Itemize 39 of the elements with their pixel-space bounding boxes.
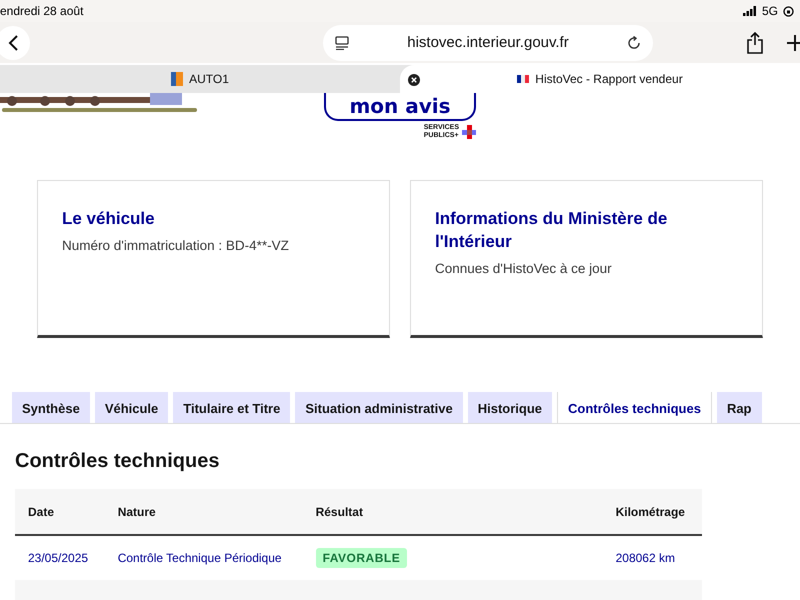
column-header: Nature <box>104 489 303 535</box>
address-bar[interactable]: histovec.interieur.gouv.fr <box>323 24 653 61</box>
card-text: Numéro d'immatriculation : BD-4**-VZ <box>62 238 290 254</box>
mileage-cell: 208062 km <box>602 535 702 580</box>
browser-tab[interactable]: AUTO1 <box>0 65 400 93</box>
date-cell: 23/05/2025 <box>15 535 105 580</box>
section-tab[interactable]: Historique <box>468 392 552 424</box>
feedback-button[interactable]: mon avis <box>324 92 476 121</box>
browser-tab[interactable]: HistoVec - Rapport vendeur <box>400 65 800 93</box>
section-tab[interactable]: Synthèse <box>12 392 90 424</box>
section-tab[interactable]: Situation administrative <box>295 392 463 424</box>
nature-cell: Contrôle Technique Périodique <box>104 535 303 580</box>
status-date: endredi 28 août <box>0 4 84 18</box>
reader-icon[interactable] <box>335 36 349 50</box>
signal-icon <box>742 6 757 16</box>
card-text: Connues d'HistoVec à ce jour <box>435 261 613 276</box>
new-tab-icon[interactable] <box>786 34 800 52</box>
result-badge: FAVORABLE <box>316 548 408 568</box>
section-tab[interactable]: Rap <box>716 392 762 424</box>
chevron-left-icon <box>7 34 19 52</box>
section-title: Contrôles techniques <box>15 450 220 473</box>
card-title: Le véhicule <box>62 208 156 230</box>
section-tab[interactable]: Véhicule <box>94 392 168 424</box>
card-title: Informations du Ministère de l'Intérieur <box>435 208 668 254</box>
cross-logo-icon <box>462 124 476 139</box>
reload-icon[interactable] <box>626 36 641 50</box>
column-header: Date <box>15 489 105 535</box>
close-icon[interactable] <box>408 74 420 86</box>
url-text: histovec.interieur.gouv.fr <box>407 34 569 52</box>
column-header: Kilométrage <box>602 489 702 535</box>
network-label: 5G <box>762 4 778 18</box>
section-tab[interactable]: Titulaire et Titre <box>173 392 290 424</box>
column-header: Résultat <box>302 489 603 535</box>
section-tab[interactable]: Contrôles techniques <box>557 392 712 424</box>
back-button[interactable] <box>0 26 30 60</box>
lock-rotation-icon <box>783 6 794 17</box>
flag-icon <box>517 75 530 84</box>
share-icon[interactable] <box>746 32 764 54</box>
brand-logo-icon <box>171 72 184 86</box>
